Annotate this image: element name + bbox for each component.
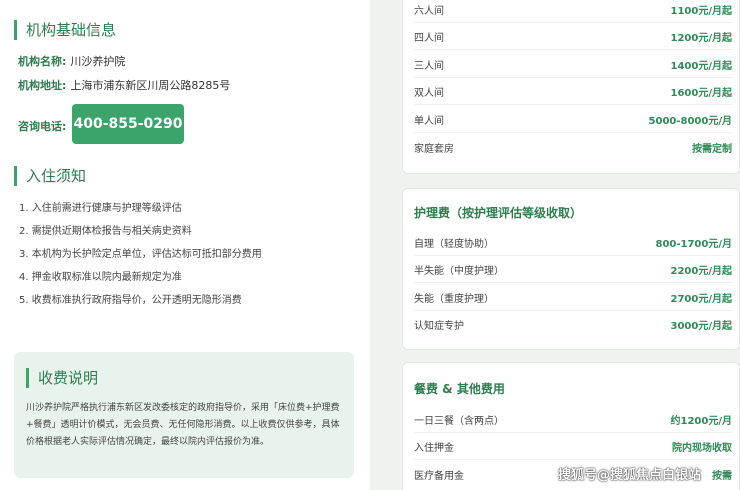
table-row: 三人间 1400元/月起 xyxy=(414,51,732,78)
watermark: 搜狐号@搜狐焦点白银站 xyxy=(558,468,702,483)
fee-explanation-text: 川沙养护院严格执行浦东新区发改委核定的政府指导价，采用「床位费+护理费+餐费」透… xyxy=(26,403,340,447)
note-item: 3. 本机构为长护险定点单位，评估达标可抵扣部分费用 xyxy=(19,249,262,260)
basic-info-title: 机构基础信息 xyxy=(14,20,116,40)
phone-call-button[interactable]: 400-855-0290 xyxy=(72,104,184,144)
admission-notes-title: 入住须知 xyxy=(14,166,86,186)
table-row: 自理（轻度协助） 800-1700元/月 xyxy=(414,229,732,256)
table-row: 入住押金 院内现场收取 xyxy=(414,433,732,460)
address-label: 机构地址: xyxy=(18,79,67,92)
note-item: 4. 押金收取标准以院内最新规定为准 xyxy=(19,272,182,283)
care-fee-card: 护理费（按护理评估等级收取） 自理（轻度协助） 800-1700元/月 半失能（中… xyxy=(402,188,740,350)
table-row: 失能（重度护理） 2700元/月起 xyxy=(414,284,732,311)
care-fee-title: 护理费（按护理评估等级收取） xyxy=(414,206,583,220)
table-row: 双人间 1600元/月起 xyxy=(414,78,732,105)
table-row: 一日三餐（含两点） 约1200元/月 xyxy=(414,406,732,433)
table-row: 单人间 5000-8000元/月 xyxy=(414,106,732,133)
address-value: 上海市浦东新区川周公路8285号 xyxy=(70,79,231,92)
admission-notes-list: 1. 入住前需进行健康与护理等级评估 2. 需提供近期体检报告与相关病史资料 3… xyxy=(19,202,349,317)
note-item: 2. 需提供近期体检报告与相关病史资料 xyxy=(19,226,192,237)
fee-explanation-box: 收费说明 川沙养护院严格执行浦东新区发改委核定的政府指导价，采用「床位费+护理费… xyxy=(14,352,354,478)
note-item: 1. 入住前需进行健康与护理等级评估 xyxy=(19,203,182,214)
table-row: 认知症专护 3000元/月起 xyxy=(414,321,732,332)
fee-explanation-title: 收费说明 xyxy=(26,368,98,388)
note-item: 5. 收费标准执行政府指导价，公开透明无隐形消费 xyxy=(19,295,242,306)
meal-fee-title: 餐费 & 其他费用 xyxy=(414,382,505,396)
room-fee-card: 六人间 1100元/月起 四人间 1200元/月起 三人间 1400元/月起 双人间 1… xyxy=(402,0,740,174)
left-panel: 机构基础信息 机构名称: 川沙养护院 机构地址: 上海市浦东新区川周公路8285号 … xyxy=(0,0,370,490)
table-row: 四人间 1200元/月起 xyxy=(414,23,732,50)
table-row: 半失能（中度护理） 2200元/月起 xyxy=(414,256,732,283)
institution-name-row: 机构名称: 川沙养护院 xyxy=(18,55,125,69)
name-label: 机构名称: xyxy=(18,55,67,68)
table-row: 六人间 1100元/月起 xyxy=(414,0,732,23)
phone-label: 咨询电话: xyxy=(18,120,67,133)
table-row: 家庭套房 按需定制 xyxy=(414,144,732,155)
institution-address-row: 机构地址: 上海市浦东新区川周公路8285号 xyxy=(18,79,230,93)
name-value: 川沙养护院 xyxy=(70,55,126,68)
